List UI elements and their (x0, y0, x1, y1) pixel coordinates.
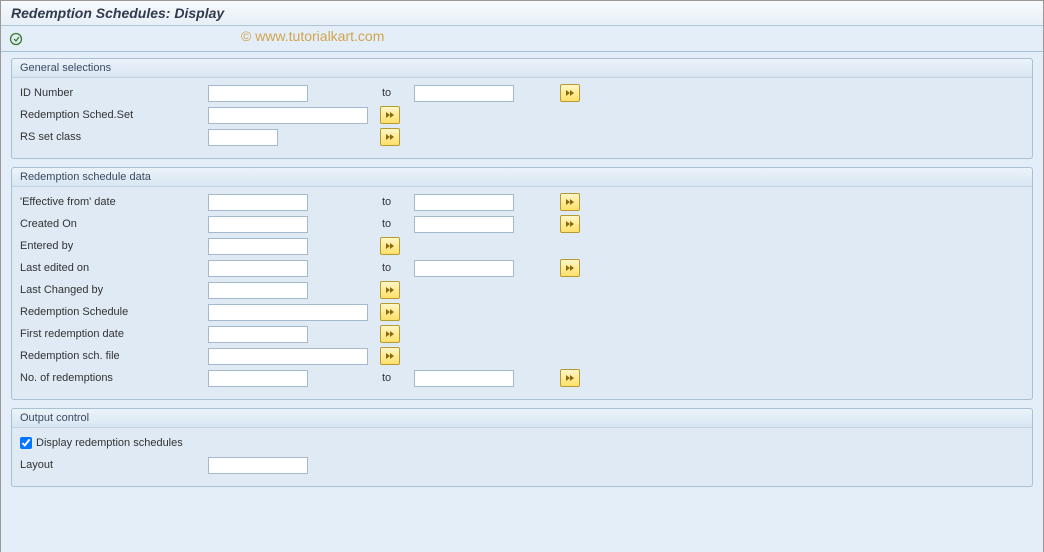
row-last-edited-on: Last edited on to (14, 257, 1030, 279)
row-entered-by: Entered by (14, 235, 1030, 257)
input-created-on-high[interactable] (414, 216, 514, 233)
label-no-of-redemptions: No. of redemptions (14, 372, 208, 384)
multi-select-created-on[interactable] (560, 215, 580, 233)
row-redemption-sched-set: Redemption Sched.Set (14, 104, 1030, 126)
label-last-edited-on: Last edited on (14, 262, 208, 274)
row-layout: Layout (14, 454, 1030, 476)
to-label: to (378, 87, 414, 99)
label-entered-by: Entered by (14, 240, 208, 252)
group-header-schedule: Redemption schedule data (12, 168, 1032, 187)
label-redemption-schedule: Redemption Schedule (14, 306, 208, 318)
to-label: to (378, 218, 414, 230)
to-label: to (378, 262, 414, 274)
label-last-changed-by: Last Changed by (14, 284, 208, 296)
input-first-redemption-date[interactable] (208, 326, 308, 343)
row-effective-from: 'Effective from' date to (14, 191, 1030, 213)
multi-select-redemption-schedule[interactable] (380, 303, 400, 321)
label-id-number: ID Number (14, 87, 208, 99)
input-no-of-redemptions-low[interactable] (208, 370, 308, 387)
row-last-changed-by: Last Changed by (14, 279, 1030, 301)
row-first-redemption-date: First redemption date (14, 323, 1030, 345)
content-area: General selections ID Number to Redempti… (1, 52, 1043, 552)
row-redemption-sch-file: Redemption sch. file (14, 345, 1030, 367)
to-label: to (378, 372, 414, 384)
multi-select-effective-from[interactable] (560, 193, 580, 211)
input-id-number-to[interactable] (414, 85, 514, 102)
input-no-of-redemptions-high[interactable] (414, 370, 514, 387)
execute-icon[interactable] (9, 32, 23, 46)
label-created-on: Created On (14, 218, 208, 230)
input-last-changed-by[interactable] (208, 282, 308, 299)
row-redemption-schedule: Redemption Schedule (14, 301, 1030, 323)
input-redemption-sch-file[interactable] (208, 348, 368, 365)
input-last-edited-on-high[interactable] (414, 260, 514, 277)
input-redemption-sched-set[interactable] (208, 107, 368, 124)
row-created-on: Created On to (14, 213, 1030, 235)
input-created-on-low[interactable] (208, 216, 308, 233)
label-redemption-sched-set: Redemption Sched.Set (14, 109, 208, 121)
checkbox-display-schedules[interactable] (20, 437, 32, 449)
label-first-redemption-date: First redemption date (14, 328, 208, 340)
multi-select-redemption-sched-set[interactable] (380, 106, 400, 124)
row-id-number: ID Number to (14, 82, 1030, 104)
label-effective-from: 'Effective from' date (14, 196, 208, 208)
page-title: Redemption Schedules: Display (11, 5, 1033, 21)
input-layout[interactable] (208, 457, 308, 474)
multi-select-entered-by[interactable] (380, 237, 400, 255)
row-rs-set-class: RS set class (14, 126, 1030, 148)
input-entered-by[interactable] (208, 238, 308, 255)
row-display-redemption-schedules: Display redemption schedules (14, 432, 1030, 454)
input-rs-set-class[interactable] (208, 129, 278, 146)
multi-select-id-number[interactable] (560, 84, 580, 102)
watermark: © www.tutorialkart.com (241, 28, 384, 44)
to-label: to (378, 196, 414, 208)
input-effective-from-high[interactable] (414, 194, 514, 211)
multi-select-last-changed-by[interactable] (380, 281, 400, 299)
group-header-output: Output control (12, 409, 1032, 428)
input-effective-from-low[interactable] (208, 194, 308, 211)
row-no-of-redemptions: No. of redemptions to (14, 367, 1030, 389)
input-id-number-from[interactable] (208, 85, 308, 102)
label-display-schedules[interactable]: Display redemption schedules (36, 437, 183, 449)
multi-select-rs-set-class[interactable] (380, 128, 400, 146)
label-rs-set-class: RS set class (14, 131, 208, 143)
group-general-selections: General selections ID Number to Redempti… (11, 58, 1033, 159)
group-redemption-schedule-data: Redemption schedule data 'Effective from… (11, 167, 1033, 400)
input-redemption-schedule[interactable] (208, 304, 368, 321)
label-redemption-sch-file: Redemption sch. file (14, 350, 208, 362)
multi-select-first-redemption-date[interactable] (380, 325, 400, 343)
input-last-edited-on-low[interactable] (208, 260, 308, 277)
group-header-general: General selections (12, 59, 1032, 78)
title-bar: Redemption Schedules: Display (1, 1, 1043, 26)
multi-select-no-of-redemptions[interactable] (560, 369, 580, 387)
toolbar: © www.tutorialkart.com (1, 26, 1043, 52)
group-output-control: Output control Display redemption schedu… (11, 408, 1033, 487)
multi-select-redemption-sch-file[interactable] (380, 347, 400, 365)
multi-select-last-edited-on[interactable] (560, 259, 580, 277)
label-layout: Layout (14, 459, 208, 471)
